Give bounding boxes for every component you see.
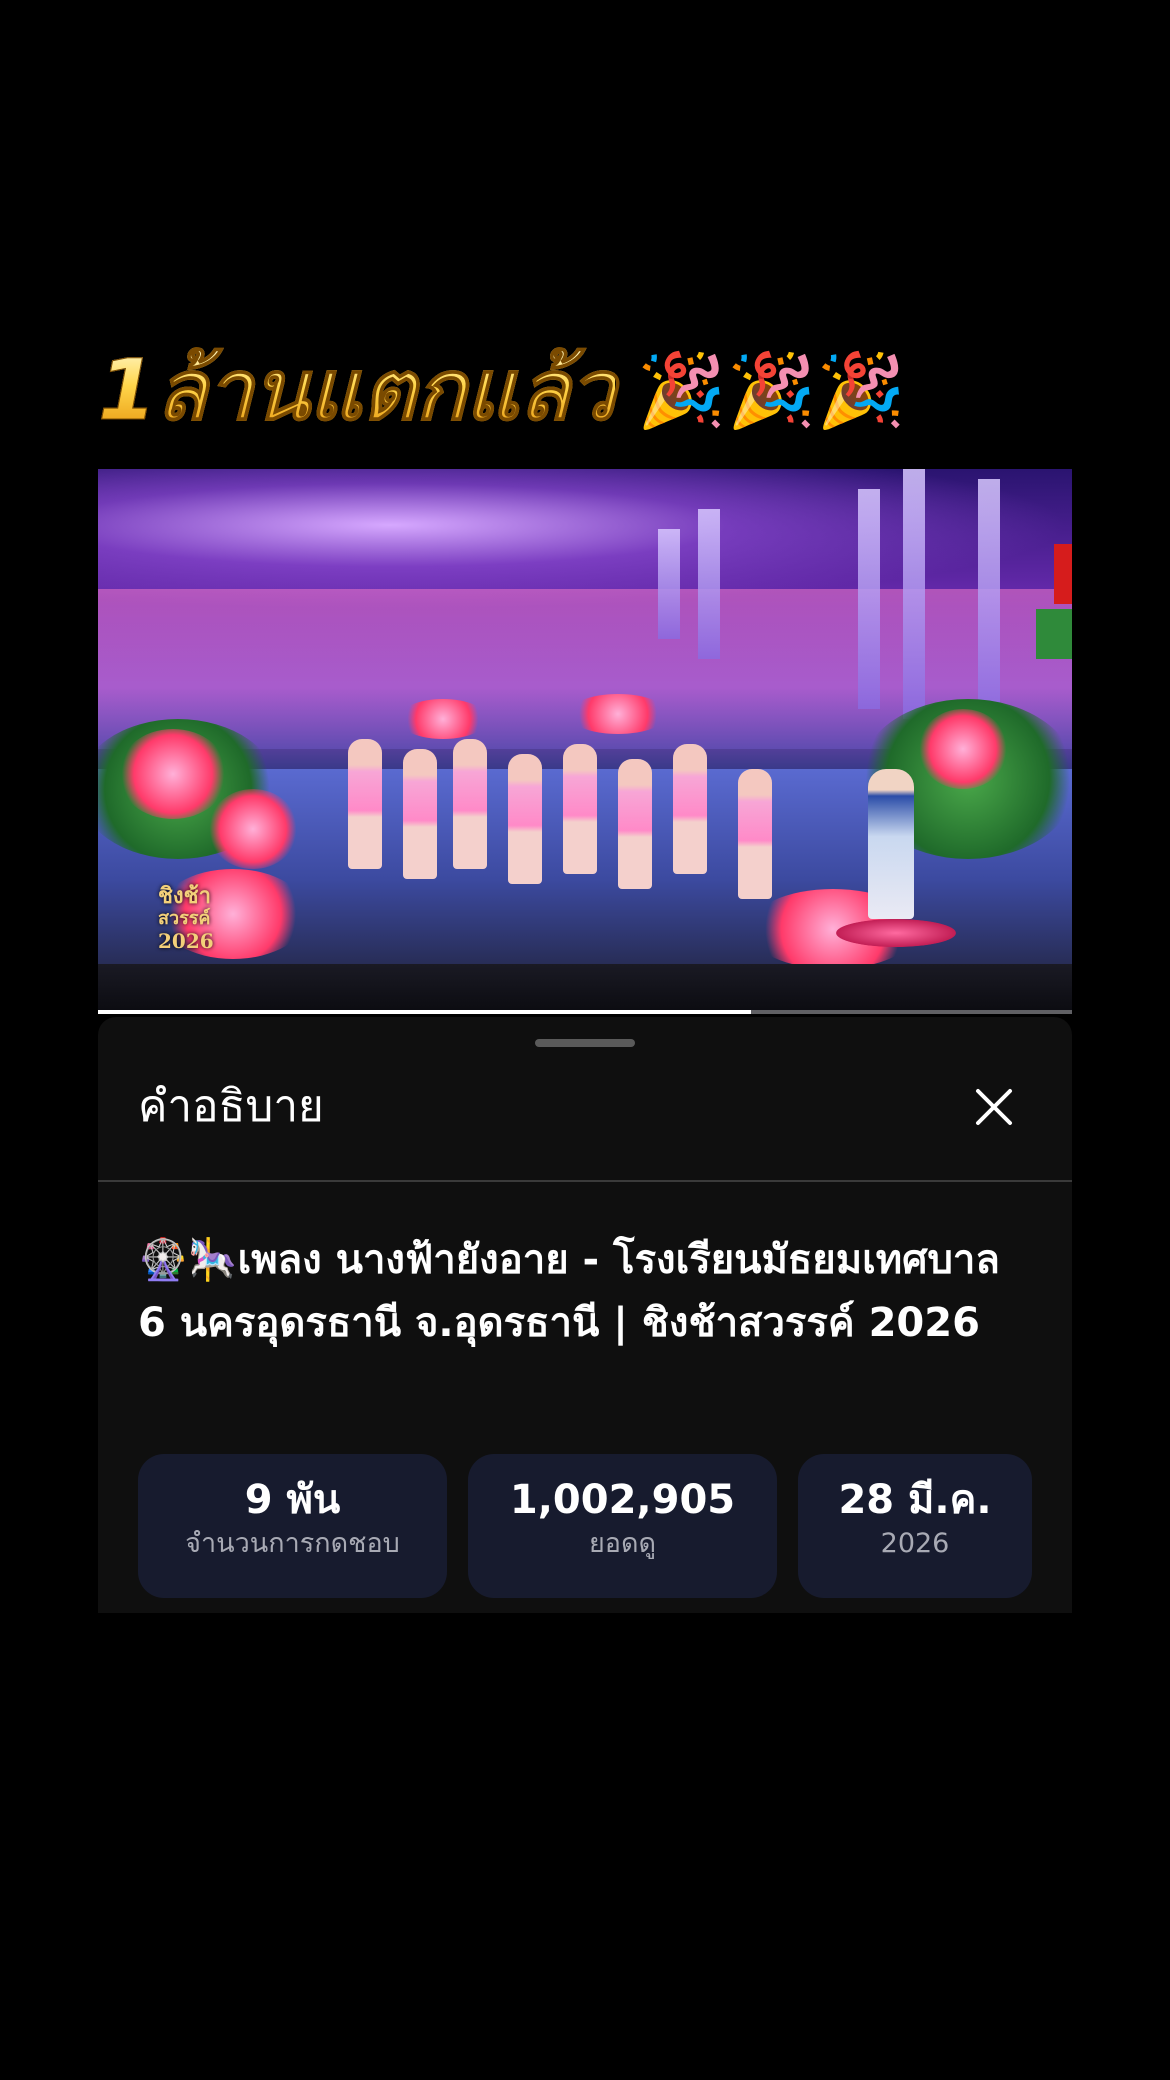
video-progress-fill (98, 1010, 751, 1014)
screen: 1ล้านแตกแล้ว 🎉🎉🎉 ชิงช้า สวรรค์ 2026 คำอธ… (0, 0, 1170, 2080)
stage-light-pillar (978, 479, 1000, 719)
likes-count: 9 พัน (244, 1477, 341, 1523)
stage-light-pillar (698, 509, 720, 659)
lotus-decoration (118, 729, 228, 819)
lotus-decoration (918, 709, 1008, 789)
lotus-decoration (568, 694, 668, 734)
stage-light-pillar (658, 529, 680, 639)
stats-row: 9 พัน จำนวนการกดชอบ 1,002,905 ยอดดู 28 ม… (138, 1454, 1032, 1598)
sheet-header: คำอธิบาย (98, 1075, 1072, 1139)
dancer (618, 759, 652, 889)
dancer (738, 769, 772, 899)
sponsor-logo (1036, 609, 1072, 659)
views-label: ยอดดู (588, 1528, 657, 1559)
close-button[interactable] (968, 1081, 1020, 1133)
show-logo-line1: ชิงช้า (158, 883, 211, 909)
dancer (563, 744, 597, 874)
stage-backdrop (98, 469, 1072, 609)
close-icon (976, 1089, 1012, 1125)
description-sheet: คำอธิบาย 🎡🎠เพลง นางฟ้ายังอาย - โรงเรียนม… (98, 1017, 1072, 1613)
sheet-divider (98, 1180, 1072, 1182)
dancer (348, 739, 382, 869)
show-logo: ชิงช้า สวรรค์ 2026 (158, 884, 248, 964)
likes-stat: 9 พัน จำนวนการกดชอบ (138, 1454, 447, 1598)
banner-text: 1ล้านแตกแล้ว (98, 341, 617, 439)
dancer (453, 739, 487, 869)
sponsor-logo (1054, 544, 1072, 604)
dancer (508, 754, 542, 884)
lotus-decoration (398, 699, 488, 739)
audience-silhouettes (98, 964, 1072, 1014)
stage-light-pillar (903, 469, 925, 719)
video-thumbnail[interactable]: ชิงช้า สวรรค์ 2026 (98, 469, 1072, 1014)
dancer (673, 744, 707, 874)
singer (868, 769, 914, 919)
party-popper-icons: 🎉🎉🎉 (636, 348, 906, 432)
upload-year: 2026 (880, 1528, 950, 1559)
video-title: 🎡🎠เพลง นางฟ้ายังอาย - โรงเรียนมัธยมเทศบา… (138, 1237, 1000, 1346)
celebration-banner: 1ล้านแตกแล้ว 🎉🎉🎉 (98, 330, 1088, 450)
likes-label: จำนวนการกดชอบ (185, 1528, 400, 1559)
lotus-decoration (208, 789, 298, 869)
show-logo-line2: สวรรค์ (158, 908, 211, 929)
upload-date: 28 มี.ค. (838, 1477, 992, 1523)
views-stat: 1,002,905 ยอดดู (468, 1454, 777, 1598)
show-logo-line3: 2026 (158, 929, 214, 953)
views-count: 1,002,905 (509, 1477, 736, 1523)
stage-light-pillar (858, 489, 880, 709)
lotus-pedestal (836, 919, 956, 947)
date-stat: 28 มี.ค. 2026 (798, 1454, 1032, 1598)
video-progress-bar[interactable] (98, 1010, 1072, 1014)
sheet-drag-handle[interactable] (535, 1039, 635, 1047)
sheet-title: คำอธิบาย (138, 1081, 324, 1132)
dancer (403, 749, 437, 879)
